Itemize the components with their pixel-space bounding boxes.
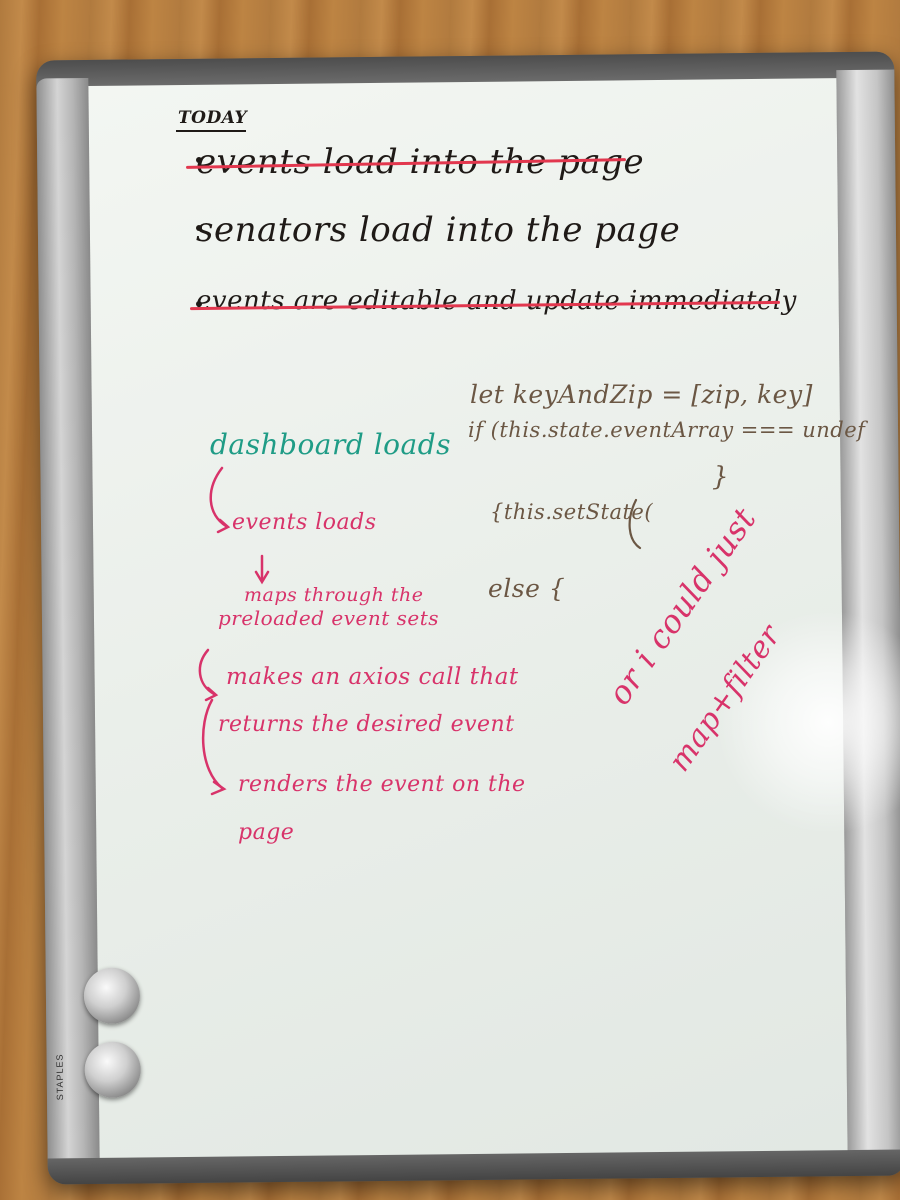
code-line-1: let keyAndZip = [zip, key] <box>470 380 813 409</box>
todo-title: TODAY <box>178 108 248 128</box>
magnet-icon[interactable] <box>84 1041 142 1099</box>
magnet-icon[interactable] <box>83 967 141 1025</box>
code-line-3: {this.setState( <box>490 500 654 524</box>
code-line-2: if (this.state.eventArray === undef <box>468 418 866 442</box>
flow-step-renders: renders the event on the <box>238 772 526 797</box>
todo-item-2: senators load into the page <box>196 210 681 250</box>
flow-step-returns: returns the desired event <box>218 712 515 737</box>
flow-start: dashboard loads <box>210 428 452 461</box>
brand-label: STAPLES <box>54 1053 66 1101</box>
flow-step-axios: makes an axios call that <box>226 664 519 690</box>
code-line-5: else { <box>488 574 566 603</box>
todo-title-underline <box>176 130 246 132</box>
code-line-4: } <box>712 462 730 492</box>
flow-step-maps: maps through the <box>244 584 424 606</box>
flow-step-preloaded: preloaded event sets <box>218 606 440 630</box>
flow-step-page: page <box>238 820 295 845</box>
flow-step-events-loads: events loads <box>232 510 377 535</box>
